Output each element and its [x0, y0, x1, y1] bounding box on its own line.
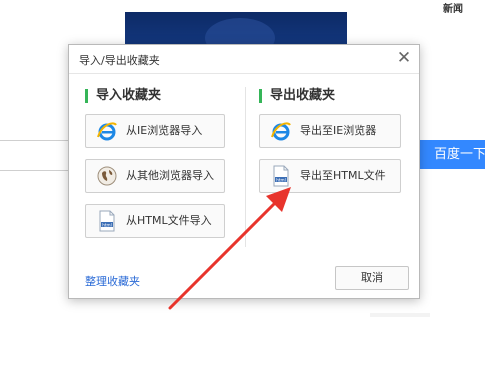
import-from-html-label: 从HTML文件导入	[126, 214, 212, 227]
export-to-html-label: 导出至HTML文件	[300, 169, 386, 182]
html-file-icon: html	[273, 165, 289, 187]
html-icon-text: html	[102, 222, 112, 227]
globe-icon	[97, 166, 117, 186]
import-export-bookmarks-dialog: 导入/导出收藏夹 ✕ 导入收藏夹 导出收藏夹 从IE浏览器导入 从其他浏览器导入…	[68, 44, 420, 299]
import-from-ie-label: 从IE浏览器导入	[126, 124, 203, 137]
manage-bookmarks-link[interactable]: 整理收藏夹	[85, 273, 140, 289]
html-icon-text: html	[276, 177, 286, 182]
dialog-title: 导入/导出收藏夹	[79, 54, 160, 67]
search-button[interactable]: 百度一下	[420, 140, 485, 169]
export-to-html-button[interactable]: html 导出至HTML文件	[259, 159, 401, 193]
html-file-icon: html	[99, 210, 115, 232]
export-to-ie-label: 导出至IE浏览器	[300, 124, 377, 137]
ie-icon	[271, 122, 291, 141]
export-to-ie-button[interactable]: 导出至IE浏览器	[259, 114, 401, 148]
cancel-button[interactable]: 取消	[335, 266, 409, 290]
import-from-other-browser-label: 从其他浏览器导入	[126, 169, 214, 182]
import-from-ie-button[interactable]: 从IE浏览器导入	[85, 114, 225, 148]
column-divider	[245, 87, 246, 247]
background-smudge	[370, 313, 430, 317]
close-icon[interactable]: ✕	[395, 49, 413, 67]
import-section-title: 导入收藏夹	[85, 89, 161, 103]
export-section-title: 导出收藏夹	[259, 89, 335, 103]
import-from-html-button[interactable]: html 从HTML文件导入	[85, 204, 225, 238]
dialog-titlebar: 导入/导出收藏夹 ✕	[69, 45, 419, 74]
news-link[interactable]: 新闻	[443, 0, 463, 15]
search-input[interactable]	[0, 140, 70, 171]
import-from-other-browser-button[interactable]: 从其他浏览器导入	[85, 159, 225, 193]
ie-icon	[97, 122, 117, 141]
